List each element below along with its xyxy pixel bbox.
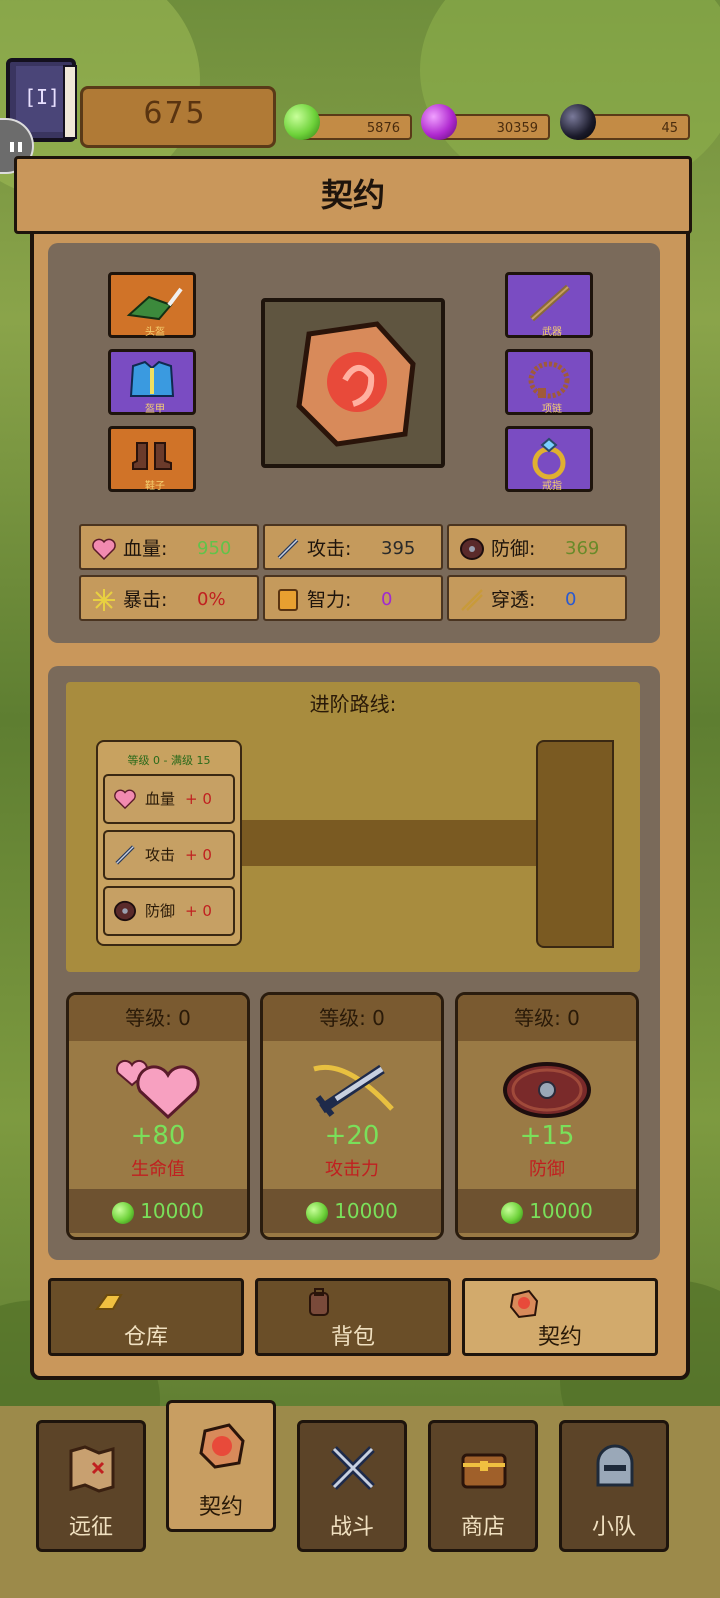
green-gem-icon: [112, 1201, 135, 1224]
upgrade-cost[interactable]: 10000: [69, 1189, 247, 1233]
armor-slot[interactable]: 盔甲: [108, 349, 196, 415]
route-row-def: 防御 + 0: [103, 886, 235, 936]
green-gem-icon: [284, 104, 320, 140]
route-node-current[interactable]: 等级 0 - 满级 15 血量 + 0 攻击 + 0 防御 + 0: [96, 740, 242, 946]
route-next-node[interactable]: [536, 740, 614, 948]
tab-warehouse[interactable]: 仓库: [48, 1278, 244, 1356]
route-node-header: 等级 0 - 满级 15: [127, 754, 211, 767]
upgrade-card-hp[interactable]: 等级: 0 +80 生命值 10000: [66, 992, 250, 1240]
necklace-slot[interactable]: 项链: [505, 349, 593, 415]
sword-icon: [115, 845, 135, 865]
upgrade-bonus: +20: [324, 1121, 380, 1151]
contract-stone-icon: [296, 321, 416, 447]
ring-slot[interactable]: 戒指: [505, 426, 593, 492]
route-title: 进阶路线:: [309, 692, 397, 716]
crossed-swords-icon: [331, 1446, 375, 1490]
heart-icon: [114, 789, 136, 810]
upgrade-cost[interactable]: 10000: [263, 1189, 441, 1233]
stat-crit: 暴击: 0%: [79, 575, 259, 621]
burst-icon: [93, 589, 115, 611]
panel-title: 契约: [320, 176, 385, 214]
stat-pen: 穿透: 0: [447, 575, 627, 621]
boots-slot[interactable]: 鞋子: [108, 426, 196, 492]
route-row-hp: 血量 + 0: [103, 774, 235, 824]
purple-gem-icon: [421, 104, 457, 140]
map-icon: [69, 1445, 115, 1493]
green-gem-icon: [501, 1201, 524, 1224]
upgrade-name: 防御: [529, 1159, 565, 1180]
nav-battle[interactable]: 战斗: [297, 1420, 407, 1552]
upgrade-bonus: +15: [519, 1121, 575, 1151]
nav-team[interactable]: 小队: [559, 1420, 669, 1552]
big-shield-icon: [503, 1062, 591, 1118]
shield-icon: [114, 900, 136, 922]
gold-bar-icon: [95, 1294, 123, 1310]
upgrade-level: 等级: 0: [69, 995, 247, 1041]
upgrade-card-def[interactable]: 等级: 0 +15 防御 10000: [455, 992, 639, 1240]
contract-stone-icon: [199, 1423, 245, 1469]
svg-text:[I]: [I]: [24, 85, 60, 109]
nav-contract[interactable]: 契约: [166, 1400, 276, 1532]
nav-shop[interactable]: 商店: [428, 1420, 538, 1552]
stat-atk: 攻击: 395: [263, 524, 443, 570]
route-connector: [242, 820, 540, 866]
upgrade-name: 攻击力: [325, 1159, 379, 1180]
sword-icon: [277, 538, 299, 560]
route-row-atk: 攻击 + 0: [103, 830, 235, 880]
upgrade-card-atk[interactable]: 等级: 0 +20 攻击力 10000: [260, 992, 444, 1240]
stat-hp: 血量: 950: [79, 524, 259, 570]
green-gem-icon: [306, 1201, 329, 1224]
upgrade-level: 等级: 0: [458, 995, 636, 1041]
contract-stone-slot[interactable]: [261, 298, 445, 468]
backpack-icon: [309, 1288, 329, 1316]
big-heart-icon: [115, 1059, 200, 1120]
stat-def: 防御: 369: [447, 524, 627, 570]
nav-expedition[interactable]: 远征: [36, 1420, 146, 1552]
score-value: 675: [143, 96, 207, 131]
hat-slot[interactable]: 头盔: [108, 272, 196, 338]
upgrade-level: 等级: 0: [263, 995, 441, 1041]
upgrade-cost[interactable]: 10000: [458, 1189, 636, 1233]
tab-contract[interactable]: 契约: [462, 1278, 658, 1356]
chest-icon: [461, 1453, 507, 1489]
dark-gem-icon: [560, 104, 596, 140]
tab-backpack[interactable]: 背包: [255, 1278, 451, 1356]
helmet-icon: [596, 1444, 634, 1487]
big-sword-icon: [313, 1064, 394, 1117]
shield-icon: [460, 538, 484, 560]
arrow-icon: [461, 589, 483, 611]
upgrade-bonus: +80: [130, 1121, 186, 1151]
stat-int: 智力: 0: [263, 575, 443, 621]
weapon-slot[interactable]: 武器: [505, 272, 593, 338]
book-icon: [278, 589, 298, 611]
upgrade-name: 生命值: [131, 1159, 185, 1180]
heart-icon: [92, 538, 116, 561]
contract-stone-icon: [509, 1289, 539, 1319]
